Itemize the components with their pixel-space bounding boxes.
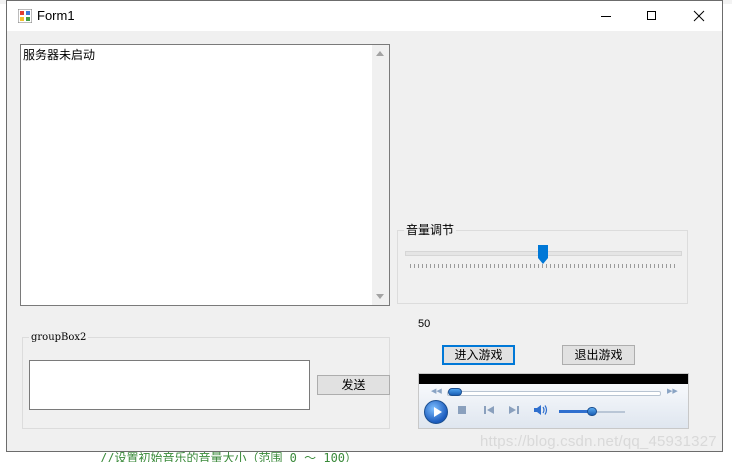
close-button[interactable] <box>676 1 722 31</box>
send-group-label: groupBox2 <box>29 331 89 345</box>
volume-groupbox: 音量调节 <box>397 223 688 304</box>
minimize-button[interactable] <box>583 1 629 31</box>
forward-small-icon: ▶▶ <box>667 388 678 395</box>
scroll-up-icon[interactable] <box>376 51 384 56</box>
server-log-textbox[interactable]: 服务器未启动 <box>20 44 390 306</box>
background-code-line: //设置初始音乐的音量大小（范围 0 ～ 100） <box>100 452 358 462</box>
seek-track[interactable] <box>447 391 661 396</box>
maximize-button[interactable] <box>629 1 675 31</box>
server-status-text: 服务器未启动 <box>23 48 96 62</box>
vertical-scrollbar[interactable] <box>372 45 389 305</box>
media-player[interactable]: ◀◀ ▶▶ <box>418 373 689 429</box>
volume-slider-ticks <box>410 264 676 268</box>
next-icon[interactable] <box>508 405 520 415</box>
stop-icon[interactable] <box>457 405 467 415</box>
seek-thumb[interactable] <box>448 388 462 396</box>
title-bar[interactable]: Form1 <box>7 1 722 31</box>
form1-window: Form1 服务器未启动 音量调节 50 进入游戏 退出游戏 groupBox2 <box>6 0 723 452</box>
speaker-icon[interactable] <box>533 404 549 416</box>
send-button[interactable]: 发送 <box>317 375 390 395</box>
scroll-down-icon[interactable] <box>376 294 384 299</box>
message-input[interactable] <box>29 360 310 410</box>
background-editor: //设置初始音乐的音量大小（范围 0 ～ 100） <box>0 452 732 462</box>
watermark-text: https://blog.csdn.net/qq_45931327 <box>480 433 717 450</box>
volume-value-label: 50 <box>418 318 431 330</box>
volume-slider-thumb[interactable] <box>537 245 548 264</box>
player-controls: ◀◀ ▶▶ <box>419 384 688 428</box>
previous-icon[interactable] <box>483 405 495 415</box>
enter-game-button[interactable]: 进入游戏 <box>442 345 515 365</box>
close-icon <box>693 10 705 22</box>
player-video-area <box>419 374 688 384</box>
exit-game-button[interactable]: 退出游戏 <box>562 345 635 365</box>
app-icon <box>18 9 32 23</box>
volume-group-label: 音量调节 <box>404 223 457 237</box>
player-volume-thumb[interactable] <box>587 407 597 416</box>
rewind-small-icon: ◀◀ <box>431 388 442 395</box>
play-button[interactable] <box>424 400 448 424</box>
window-title: Form1 <box>37 8 75 23</box>
